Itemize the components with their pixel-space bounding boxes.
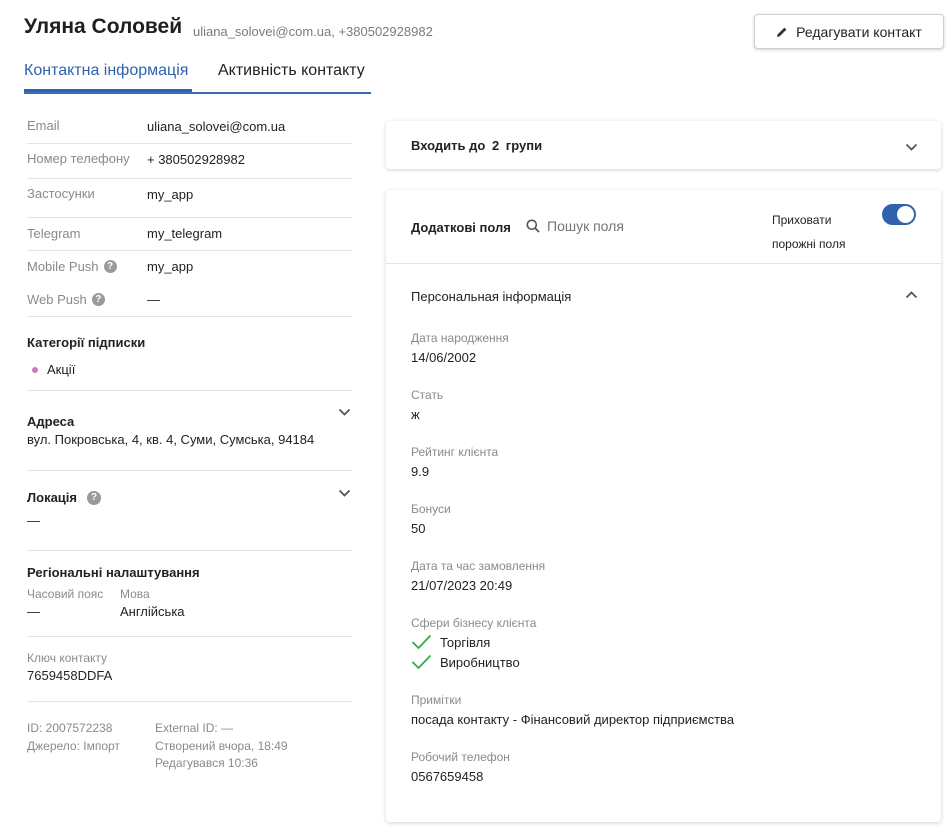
groups-suffix: групи — [505, 138, 543, 153]
channel-label-wrap: Web Push ? — [27, 292, 105, 307]
channel-label: Mobile Push — [27, 259, 99, 274]
groups-text: Входить до 2 групи — [411, 138, 542, 153]
chevron-up-icon[interactable] — [905, 290, 918, 299]
channel-row-web-push: Web Push ? — — [27, 284, 352, 317]
created-time: Створений вчора, 18:49 — [155, 739, 288, 753]
business-item-label: Торгівля — [440, 634, 491, 650]
tab-contact-info[interactable]: Контактна інформація — [24, 57, 192, 92]
timezone-label: Часовий пояс — [27, 587, 104, 601]
edit-contact-button[interactable]: Редагувати контакт — [754, 14, 944, 49]
channel-value: my_app — [147, 259, 194, 274]
external-id: External ID: — — [155, 721, 234, 735]
tab-bar: Контактна інформація Активність контакту — [24, 57, 371, 94]
channel-label: Telegram — [27, 226, 81, 241]
field-value-rating: 9.9 — [411, 464, 430, 479]
divider — [27, 636, 352, 637]
field-label-business: Сфери бізнесу клієнта — [411, 616, 537, 630]
channel-value: + 380502928982 — [147, 152, 245, 167]
hide-empty-toggle[interactable] — [882, 204, 916, 225]
field-value-gender: ж — [411, 407, 420, 422]
search-input[interactable] — [547, 218, 717, 234]
field-search[interactable] — [526, 218, 726, 234]
search-icon — [526, 219, 540, 233]
toggle-knob — [897, 206, 914, 223]
checkmark-icon — [411, 654, 432, 670]
hide-empty-line2: порожні поля — [772, 237, 846, 251]
personal-section-title: Персональная інформація — [411, 289, 572, 304]
contact-subinfo: uliana_solovei@com.ua, +380502928982 — [193, 24, 433, 39]
business-item-label: Виробництво — [440, 654, 520, 670]
contact-name: Уляна Соловей — [24, 15, 183, 38]
field-value-notes: посада контакту - Фінансовий директор пі… — [411, 712, 735, 727]
contact-key-value: 7659458DDFA — [27, 668, 113, 683]
channel-row-phone: Номер телефону + 380502928982 — [27, 144, 352, 179]
groups-count: 2 — [491, 138, 500, 153]
business-item: Торгівля — [411, 634, 490, 650]
hide-empty-label: Приховати порожні поля — [772, 208, 845, 256]
field-label-order: Дата та час замовлення — [411, 559, 546, 573]
field-label-gender: Стать — [411, 388, 444, 402]
field-label-notes: Примітки — [411, 693, 462, 707]
divider — [27, 701, 352, 702]
contact-id: ID: 2007572238 — [27, 721, 113, 735]
divider — [27, 550, 352, 551]
divider — [27, 470, 352, 471]
field-value-work-phone: 0567659458 — [411, 769, 484, 784]
address-title: Адреса — [27, 414, 75, 429]
field-label-work-phone: Робочий телефон — [411, 750, 510, 764]
hide-empty-line1: Приховати — [772, 213, 832, 227]
edited-time: Редагувався 10:36 — [155, 756, 258, 770]
chevron-down-icon[interactable] — [338, 408, 351, 417]
field-label-rating: Рейтинг клієнта — [411, 445, 499, 459]
edit-contact-label: Редагувати контакт — [796, 23, 922, 40]
contact-source: Джерело: Імпорт — [27, 739, 120, 753]
location-value: — — [27, 513, 40, 528]
checkmark-icon — [411, 634, 432, 650]
location-header: Локація ? — [27, 490, 101, 505]
channel-value: my_telegram — [147, 226, 223, 241]
channel-value: my_app — [147, 187, 194, 202]
divider — [27, 390, 352, 391]
chevron-down-icon[interactable] — [905, 143, 918, 152]
extra-fields-title: Додаткові поля — [411, 220, 511, 235]
channel-value: uliana_solovei@com.ua — [147, 119, 286, 134]
channel-label: Номер телефону — [27, 151, 130, 166]
contact-key-label: Ключ контакту — [27, 651, 108, 665]
channel-value: — — [147, 292, 160, 307]
location-title: Локація — [27, 490, 77, 505]
regional-title: Регіональні налаштування — [27, 565, 200, 580]
groups-prefix: Входить до — [411, 138, 486, 153]
groups-card[interactable]: Входить до 2 групи — [386, 121, 941, 169]
field-value-order: 21/07/2023 20:49 — [411, 578, 513, 593]
tab-contact-activity[interactable]: Активність контакту — [218, 57, 365, 92]
chevron-down-icon[interactable] — [338, 489, 351, 498]
business-item: Виробництво — [411, 654, 520, 670]
field-value-bonus: 50 — [411, 521, 426, 536]
divider — [386, 263, 941, 264]
channel-row-telegram: Telegram my_telegram — [27, 218, 352, 251]
help-icon[interactable]: ? — [87, 490, 101, 505]
extra-fields-card — [386, 190, 941, 822]
subscription-item: Акції — [32, 362, 75, 377]
field-label-birth: Дата народження — [411, 331, 509, 345]
subscriptions-title: Категорії підписки — [27, 335, 146, 350]
timezone-value: — — [27, 604, 40, 619]
channel-label-wrap: Mobile Push ? — [27, 259, 117, 274]
channel-row-email: Email uliana_solovei@com.ua — [27, 113, 352, 144]
field-label-bonus: Бонуси — [411, 502, 451, 516]
language-value: Англійська — [120, 604, 185, 619]
channel-label: Email — [27, 118, 60, 133]
help-icon[interactable]: ? — [91, 293, 105, 306]
address-value: вул. Покровська, 4, кв. 4, Суми, Сумська… — [27, 432, 315, 447]
field-value-birth: 14/06/2002 — [411, 350, 477, 365]
pencil-icon — [777, 27, 787, 37]
language-label: Мова — [120, 587, 150, 601]
bullet-dot-icon — [32, 366, 38, 373]
channel-label: Застосунки — [27, 186, 95, 201]
channel-label: Web Push — [27, 292, 87, 307]
help-icon[interactable]: ? — [103, 260, 117, 273]
subscription-label: Акції — [47, 362, 76, 377]
channel-row-mobile-push: Mobile Push ? my_app — [27, 251, 352, 284]
channel-row-apps: Застосунки my_app — [27, 179, 352, 218]
